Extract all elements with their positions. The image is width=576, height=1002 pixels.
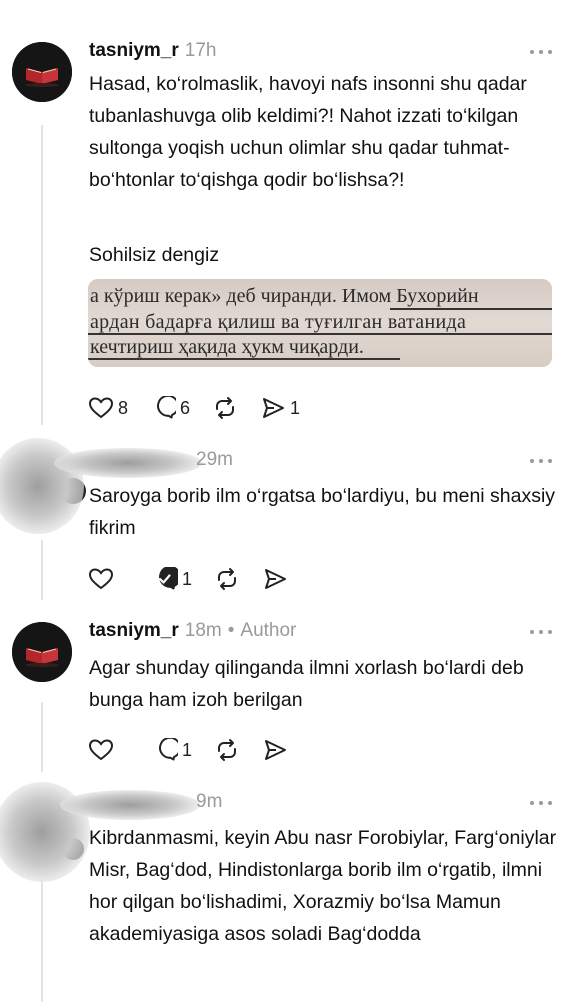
- post-text: Saroyga borib ilm o‘rgatsa bo‘lardiyu, b…: [89, 485, 556, 539]
- media-caption: Sohilsiz dengiz: [89, 244, 220, 266]
- like-count: 8: [118, 397, 129, 418]
- share-count: 1: [290, 397, 301, 418]
- action-bar: 8 6 1: [88, 395, 322, 421]
- reply-count: 1: [182, 739, 193, 760]
- comment-icon: [159, 738, 178, 761]
- reply-button[interactable]: 1: [152, 567, 192, 591]
- avatar[interactable]: [12, 622, 72, 682]
- book-page-image[interactable]: а кўриш керак» деб чиранди. Имом Бухорий…: [88, 279, 552, 367]
- more-options-icon[interactable]: [530, 798, 554, 808]
- blurred-username: [60, 790, 200, 820]
- blurred-username: [54, 448, 202, 478]
- reply-button[interactable]: 6: [150, 396, 190, 420]
- like-button[interactable]: 8: [88, 396, 128, 420]
- replied-check-icon: [158, 567, 178, 590]
- heart-icon: [88, 739, 114, 761]
- underline-mark: [88, 333, 552, 335]
- timestamp: 18m: [184, 620, 222, 641]
- post-text: Hasad, ko‘rolmaslik, havoyi nafs insonni…: [89, 73, 527, 191]
- timestamp: 17h: [184, 40, 217, 61]
- comment-icon: [157, 396, 177, 419]
- send-icon: [265, 740, 287, 760]
- avatar[interactable]: [12, 42, 72, 102]
- post-header: 29m: [196, 449, 233, 475]
- thread-line: [41, 125, 43, 425]
- heart-icon: [88, 397, 114, 419]
- separator-dot: •: [227, 620, 235, 641]
- underline-mark: [88, 358, 400, 360]
- media-text-line: ардан бадарға қилиш ва туғилган ватанида: [90, 311, 467, 333]
- action-bar: 1: [88, 566, 310, 592]
- more-options-icon[interactable]: [530, 456, 554, 466]
- media-text-line: кечтириш ҳақида ҳукм чиқарди.: [90, 336, 364, 358]
- timestamp: 9m: [196, 791, 223, 812]
- like-button[interactable]: [88, 567, 114, 591]
- reply-count: 1: [182, 568, 193, 589]
- thread-line: [41, 702, 43, 772]
- repost-icon: [216, 397, 235, 419]
- post-text: Agar shunday qilinganda ilmni xorlash bo…: [89, 657, 524, 711]
- send-icon: [265, 569, 287, 589]
- thread-line: [41, 540, 43, 600]
- share-button[interactable]: [262, 567, 288, 591]
- book-avatar-icon: [12, 622, 72, 682]
- username[interactable]: tasniym_r: [89, 620, 179, 642]
- post-text: Kibrdanmasmi, keyin Abu nasr Forobiylar,…: [89, 827, 557, 945]
- repost-icon: [218, 568, 237, 590]
- share-button[interactable]: [262, 738, 288, 762]
- media-text-line: а кўриш керак» деб чиранди. Имом Бухорий…: [90, 285, 479, 307]
- thread-line: [41, 880, 43, 1002]
- post-header: tasniym_r 17h: [89, 40, 216, 66]
- action-bar: 1: [88, 737, 310, 763]
- reply-button[interactable]: 1: [152, 738, 192, 762]
- author-label: Author: [240, 620, 297, 641]
- username[interactable]: tasniym_r: [89, 40, 179, 62]
- repost-button[interactable]: [214, 567, 240, 591]
- timestamp: 29m: [196, 449, 233, 470]
- more-options-icon[interactable]: [530, 627, 554, 637]
- like-button[interactable]: [88, 738, 114, 762]
- repost-button[interactable]: [214, 738, 240, 762]
- repost-button[interactable]: [212, 396, 238, 420]
- send-icon: [263, 398, 285, 418]
- post-header: tasniym_r 18m • Author: [89, 620, 296, 646]
- more-options-icon[interactable]: [530, 47, 554, 57]
- reply-count: 6: [180, 397, 191, 418]
- share-button[interactable]: 1: [260, 396, 300, 420]
- heart-icon: [88, 568, 114, 590]
- book-avatar-icon: [12, 42, 72, 102]
- underline-mark: [390, 308, 552, 310]
- repost-icon: [218, 739, 237, 761]
- post-header: 9m: [196, 791, 222, 817]
